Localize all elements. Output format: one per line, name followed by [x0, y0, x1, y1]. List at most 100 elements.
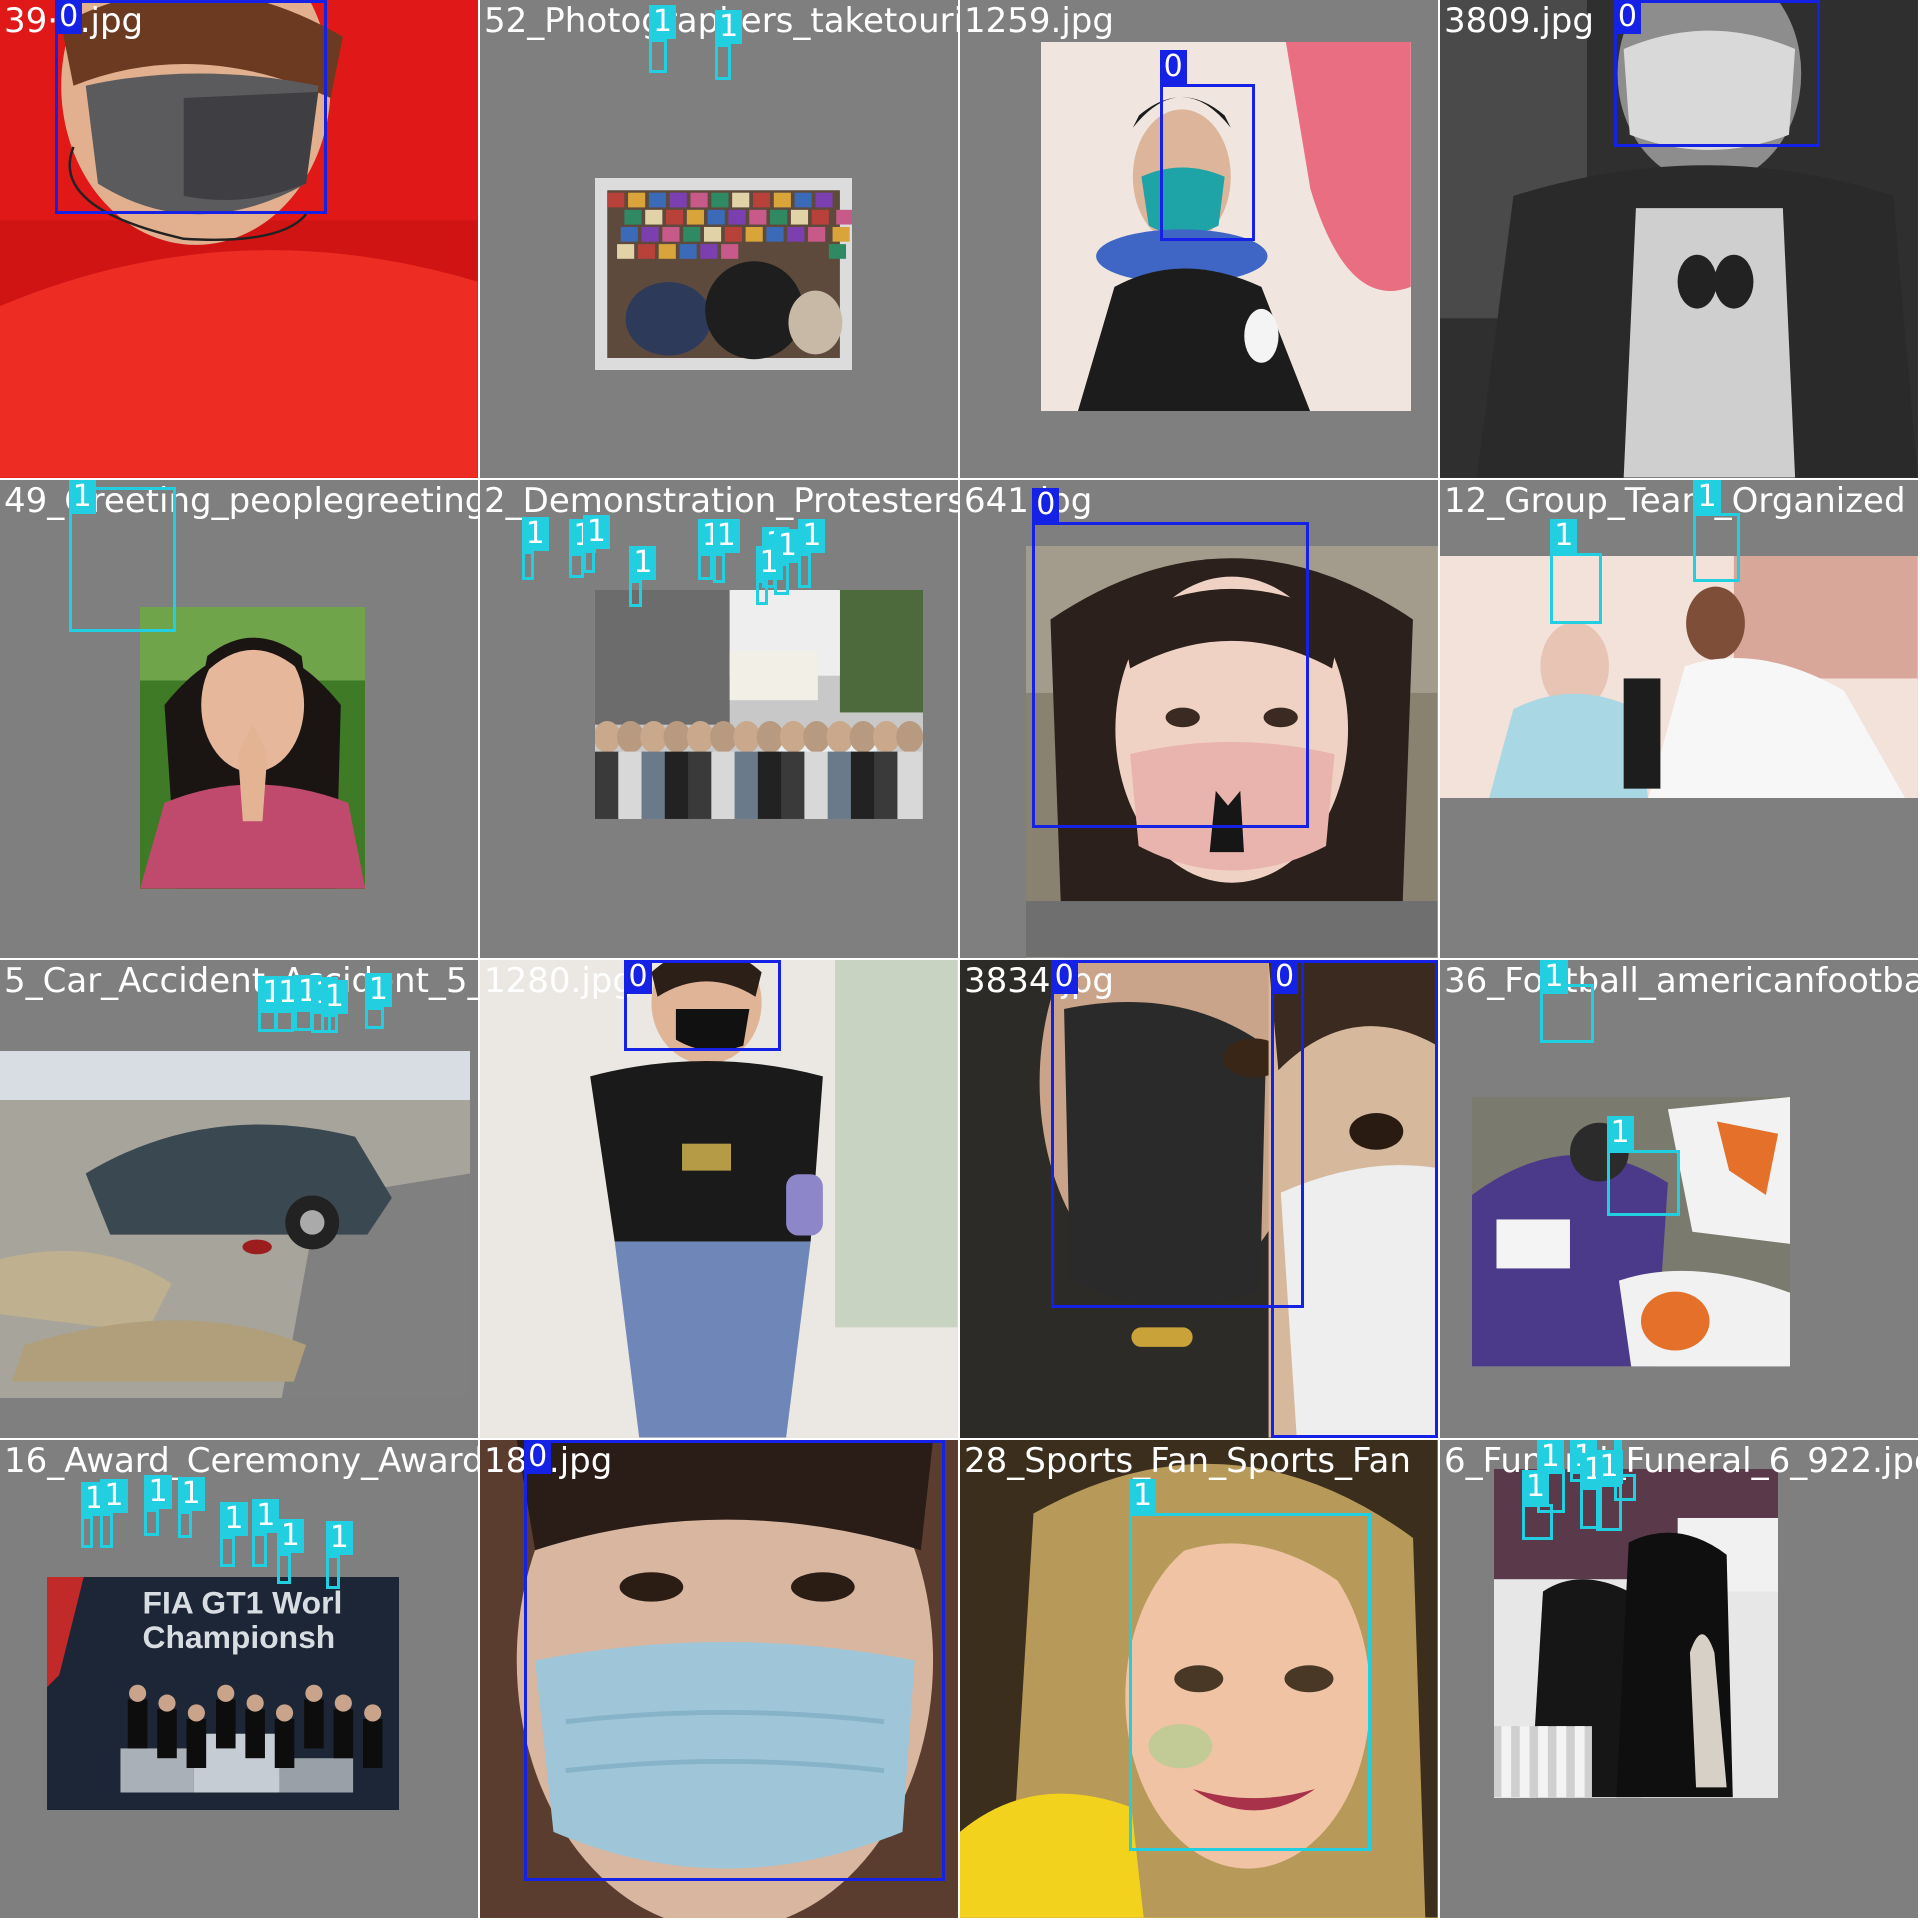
mosaic-tile: 3834.jpg 0 0 — [960, 960, 1438, 1438]
detection-label-class-undefined — [1613, 1440, 1622, 1475]
tile-filename: 36_Football_americanfootba — [1444, 961, 1918, 1001]
photo-drawing: FIA GT1 WorlChampionsh — [46, 1577, 400, 1810]
detection-label-class-0: 0 — [1050, 960, 1078, 994]
detection-label-class-1: 1 — [364, 972, 392, 1007]
detection-box-class-1 — [100, 1513, 113, 1548]
detection-label-class-1: 1 — [715, 10, 743, 45]
detection-box-class-1 — [276, 1552, 292, 1585]
award-banner-line1: FIA GT1 Worl — [142, 1585, 342, 1621]
tile-photo — [595, 177, 853, 370]
detection-label-class-1: 1 — [1540, 960, 1568, 994]
tile-filename: 28_Sports_Fan_Sports_Fan — [964, 1441, 1411, 1481]
detection-box-class-1 — [755, 580, 768, 605]
mosaic-tile: 5_Car_Accident_Accident_5_111111 — [0, 960, 478, 1438]
award-banner-line2: Championsh — [142, 1619, 335, 1655]
detection-label-class-1: 1 — [1550, 519, 1578, 554]
detection-box-class-1 — [1693, 513, 1740, 582]
tile-filename: 1280.jpg — [484, 961, 634, 1001]
detection-label-class-0: 0 — [1032, 487, 1060, 522]
tile-photo — [1440, 555, 1918, 799]
tile-filename: 2_Demonstration_Protesters_2_183.jpg — [484, 481, 958, 521]
detection-label-class-1: 1 — [276, 1518, 304, 1553]
tile-filename: 12_Group_Team_Organized — [1444, 481, 1906, 521]
detection-label-class-1: 1 — [100, 1479, 128, 1514]
detection-label-class-1: 1 — [177, 1477, 205, 1512]
detection-box-class-1 — [364, 1006, 385, 1029]
detection-label-class-0: 0 — [1613, 0, 1641, 34]
tile-filename: 5_Car_Accident_Accident_5_ — [4, 961, 478, 1001]
tile-filename: 641.jpg — [964, 481, 1093, 521]
detection-box-class-0 — [1032, 521, 1309, 828]
detection-box-class-1 — [1128, 1513, 1372, 1852]
detection-label-class-1: 1 — [144, 1474, 172, 1509]
detection-box-class-1 — [177, 1511, 193, 1538]
tile-photo — [139, 607, 365, 889]
mosaic-tile: 52_Photographers_taketouristphotos_52_26… — [480, 0, 958, 478]
detection-box-class-0 — [1613, 0, 1820, 147]
detection-box-class-1 — [220, 1535, 236, 1568]
tile-filename: 1259.jpg — [964, 1, 1114, 41]
mosaic-tile: 49_Greeting_peoplegreeting_49_645.jpg1 — [0, 480, 478, 958]
photo-drawing — [1440, 555, 1918, 799]
detection-label-class-1: 1 — [1693, 480, 1721, 514]
mosaic-tile: 28_Sports_Fan_Sports_Fan 1 — [960, 1440, 1438, 1918]
detection-label-class-1: 1 — [325, 1521, 353, 1556]
mosaic-tile: 185.jpg0 — [480, 1440, 958, 1918]
tile-photo — [0, 1050, 471, 1399]
detection-label-class-1: 1 — [1536, 1440, 1564, 1474]
detection-label-class-1: 1 — [320, 979, 348, 1014]
detection-box-class-1 — [697, 553, 713, 581]
mosaic-tile: 36_Football_americanfootba 1 1 — [1440, 960, 1918, 1438]
detection-box-class-0 — [1159, 84, 1256, 242]
detection-box-class-0 — [55, 0, 327, 215]
detection-label-class-0: 0 — [1271, 960, 1299, 994]
detection-box-class-1 — [712, 553, 725, 583]
detection-box-class-1 — [715, 44, 731, 80]
detection-label-class-1: 1 — [629, 546, 657, 581]
detection-box-class-1 — [80, 1515, 94, 1548]
detection-box-class-1 — [144, 1508, 160, 1536]
detection-box-class-1 — [274, 1010, 294, 1033]
detection-box-class-1 — [325, 1555, 341, 1590]
mosaic-tile: 1280.jpg 0 — [480, 960, 958, 1438]
mosaic-tile: FIA GT1 Worl Championsh 16_Award_Ceremony_… — [0, 1440, 478, 1918]
detection-label-class-0: 0 — [524, 1440, 552, 1474]
detection-box-class-1 — [1550, 553, 1602, 625]
detection-label-class-1: 1 — [648, 5, 677, 40]
detection-label-class-1: 1 — [68, 480, 96, 514]
photo-drawing — [139, 607, 365, 889]
detection-label-class-1: 1 — [252, 1499, 280, 1534]
mosaic-grid: 39·2.jpg052_Photographers_taketouristpho… — [0, 0, 1920, 1920]
detection-label-class-1: 1 — [755, 546, 783, 581]
tile-filename: 3809.jpg — [1444, 1, 1594, 41]
detection-box-class-1 — [252, 1533, 267, 1568]
detection-label-class-1: 1 — [1128, 1479, 1157, 1514]
mosaic-tile: 6_Funeral_Funeral_6_922.jpg11111 — [1440, 1440, 1918, 1918]
tile-photo — [595, 590, 924, 820]
detection-box-class-0 — [1271, 960, 1438, 1438]
photo-drawing — [595, 177, 853, 370]
photo-drawing — [595, 590, 924, 820]
detection-label-class-1: 1 — [582, 514, 610, 549]
detection-label-class-1: 1 — [798, 519, 826, 554]
detection-label-class-1: 1 — [521, 517, 549, 552]
detection-box-class-1 — [629, 580, 642, 608]
detection-label-class-1: 1 — [712, 519, 740, 554]
detection-box-class-1 — [320, 1013, 338, 1034]
detection-label-class-1: 1 — [220, 1501, 248, 1536]
detection-box-class-1 — [648, 39, 668, 74]
mosaic-tile: 2_Demonstration_Protesters_2_183.jpg1111… — [480, 480, 958, 958]
mosaic-tile: 12_Group_Team_Organized 1 1 — [1440, 480, 1918, 958]
tile-filename: 16_Award_Ceremony_Awards_Ceremony_16_420 — [4, 1441, 478, 1481]
mosaic-tile: 641.jpg 0 — [960, 480, 1438, 958]
tile-photo: FIA GT1 Worl Championsh — [46, 1577, 400, 1810]
detection-box-class-1 — [521, 551, 534, 581]
detection-box-class-0 — [524, 1440, 946, 1881]
detection-label-class-0: 0 — [55, 0, 83, 34]
mosaic-tile: 1259.jpg 0 — [960, 0, 1438, 478]
detection-label-class-1: 1 — [1606, 1115, 1634, 1150]
mosaic-tile: 3809.jpg 0 — [1440, 0, 1918, 478]
detection-label-class-1: 1 — [1522, 1469, 1550, 1504]
detection-label-class-0: 0 — [1159, 50, 1187, 85]
mosaic-tile: 39·2.jpg0 — [0, 0, 478, 478]
